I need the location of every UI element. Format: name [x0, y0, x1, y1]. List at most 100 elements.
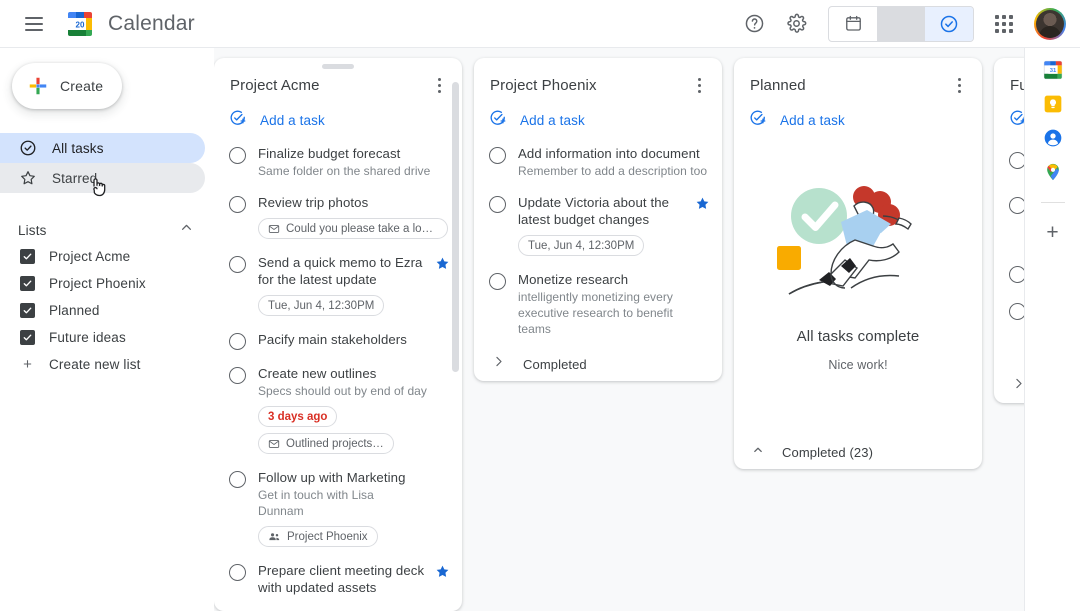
- task-email-chip[interactable]: Outlined projects…: [258, 433, 394, 454]
- task-complete-checkbox[interactable]: [489, 196, 506, 213]
- column-scrollbar[interactable]: [452, 82, 459, 603]
- task-item[interactable]: Finalize budget forecast Same folder on …: [214, 136, 462, 185]
- google-calendar-logo-icon[interactable]: 20: [66, 10, 94, 38]
- kebab-menu-icon[interactable]: [944, 70, 974, 100]
- checkbox-checked-icon[interactable]: [20, 276, 35, 291]
- task-item[interactable]: Add information into document Remember t…: [474, 136, 722, 185]
- sidebar-list-future-ideas[interactable]: Future ideas: [0, 324, 213, 351]
- task-overdue-chip[interactable]: 3 days ago: [258, 406, 338, 427]
- star-filled-icon[interactable]: [435, 564, 450, 579]
- task-complete-checkbox[interactable]: [229, 147, 246, 164]
- task-item[interactable]: Pacify main stakeholders: [214, 322, 462, 356]
- chevron-up-icon: [751, 443, 765, 462]
- task-item[interactable]: [994, 175, 1024, 220]
- column-drag-handle[interactable]: [322, 64, 354, 69]
- kebab-menu-icon[interactable]: [424, 70, 454, 100]
- add-task-circle-icon: [1009, 109, 1024, 132]
- create-button[interactable]: Create: [12, 63, 122, 109]
- sidebar-item-starred[interactable]: Starred: [0, 163, 205, 197]
- task-column-project-acme: Project Acme Add a task Finalize budget …: [214, 58, 462, 611]
- topbar-actions: [734, 4, 1080, 44]
- calendar-view-icon[interactable]: [829, 7, 877, 41]
- completed-section-toggle[interactable]: Completed (23): [734, 435, 982, 469]
- task-item[interactable]: Monetize research intelligently monetizi…: [474, 262, 722, 343]
- add-task-button[interactable]: Add a task: [474, 104, 722, 136]
- column-scroll-area[interactable]: Add a task Finalize budget forecast Same…: [214, 102, 462, 611]
- help-circle-icon[interactable]: [734, 4, 774, 44]
- checkbox-checked-icon[interactable]: [20, 303, 35, 318]
- star-filled-icon[interactable]: [435, 256, 450, 271]
- task-item[interactable]: Prepare client meeting deck with updated…: [214, 553, 462, 602]
- task-complete-checkbox[interactable]: [1009, 197, 1024, 214]
- task-complete-checkbox[interactable]: [1009, 303, 1024, 320]
- sidebar-item-all-tasks[interactable]: All tasks: [0, 133, 205, 163]
- task-description: Get in touch with Lisa Dunnam: [258, 488, 374, 518]
- task-complete-checkbox[interactable]: [229, 564, 246, 581]
- task-item[interactable]: Send a quick memo to Ezra for the latest…: [214, 245, 462, 322]
- task-email-chip[interactable]: Could you please take a look at t…: [258, 218, 448, 239]
- sidebar-list-project-acme[interactable]: Project Acme: [0, 243, 213, 270]
- add-task-button[interactable]: Add a task: [734, 104, 982, 136]
- google-maps-icon[interactable]: [1043, 162, 1063, 182]
- gear-icon[interactable]: [776, 4, 816, 44]
- task-complete-checkbox[interactable]: [229, 333, 246, 350]
- task-complete-checkbox[interactable]: [1009, 152, 1024, 169]
- task-item[interactable]: Build out pitch deck Align with all the …: [214, 602, 462, 611]
- completed-section-toggle[interactable]: [994, 369, 1024, 403]
- chevron-up-icon[interactable]: [178, 219, 195, 241]
- task-complete-checkbox[interactable]: [1009, 266, 1024, 283]
- task-due-chip[interactable]: Tue, Jun 4, 12:30PM: [258, 295, 385, 316]
- add-task-button[interactable]: [994, 104, 1024, 136]
- add-task-button[interactable]: Add a task: [214, 104, 462, 136]
- column-scroll-area[interactable]: [994, 102, 1024, 369]
- task-chips: Project Phoenix: [258, 526, 410, 547]
- add-task-label: Add a task: [520, 112, 585, 128]
- task-item[interactable]: [994, 289, 1024, 326]
- column-scroll-area[interactable]: Add a task All tasks complete Nice work!: [734, 102, 982, 435]
- create-new-list-button[interactable]: + Create new list: [0, 351, 213, 378]
- plus-icon[interactable]: +: [1046, 222, 1058, 243]
- google-keep-icon[interactable]: [1043, 94, 1063, 114]
- lists-section-header[interactable]: Lists: [0, 217, 213, 243]
- sidebar-list-planned[interactable]: Planned: [0, 297, 213, 324]
- checkbox-checked-icon[interactable]: [20, 330, 35, 345]
- add-task-label: Add a task: [780, 112, 845, 128]
- empty-state-subtitle: Nice work!: [828, 358, 888, 372]
- completed-section-toggle[interactable]: Completed: [474, 347, 722, 381]
- google-calendar-icon[interactable]: 31: [1043, 60, 1063, 80]
- task-overdue-chip-text: 3 days ago: [268, 410, 328, 423]
- task-complete-checkbox[interactable]: [229, 196, 246, 213]
- task-item[interactable]: Follow up with Marketing Get in touch wi…: [214, 460, 462, 553]
- task-item[interactable]: [994, 136, 1024, 175]
- task-people-chip[interactable]: Project Phoenix: [258, 526, 378, 547]
- task-complete-checkbox[interactable]: [229, 367, 246, 384]
- add-task-circle-icon: [489, 109, 507, 132]
- task-complete-checkbox[interactable]: [489, 273, 506, 290]
- task-item[interactable]: Create new outlines Specs should out by …: [214, 356, 462, 460]
- task-title: Monetize research: [518, 272, 629, 287]
- task-complete-checkbox[interactable]: [229, 471, 246, 488]
- task-item[interactable]: Review trip photos Could you please take…: [214, 185, 462, 245]
- scrollbar-thumb[interactable]: [452, 82, 459, 372]
- column-scroll-area[interactable]: Add a task Add information into document…: [474, 102, 722, 347]
- checkbox-checked-icon[interactable]: [20, 249, 35, 264]
- chevron-right-icon: [491, 354, 506, 374]
- task-item[interactable]: Update Victoria about the latest budget …: [474, 185, 722, 262]
- task-email-chip-text: Outlined projects…: [286, 437, 384, 450]
- task-title: Prepare client meeting deck with updated…: [258, 563, 425, 595]
- apps-grid-icon[interactable]: [984, 4, 1024, 44]
- view-toggle-group: [828, 5, 974, 42]
- tasks-check-circle-icon[interactable]: [925, 6, 973, 41]
- hamburger-menu-icon[interactable]: [14, 4, 54, 44]
- task-item[interactable]: [994, 220, 1024, 289]
- envelope-icon: [268, 223, 280, 235]
- column-header: Project Phoenix: [474, 58, 722, 102]
- google-contacts-icon[interactable]: [1043, 128, 1063, 148]
- task-complete-checkbox[interactable]: [229, 256, 246, 273]
- star-filled-icon[interactable]: [695, 196, 710, 211]
- sidebar-list-project-phoenix[interactable]: Project Phoenix: [0, 270, 213, 297]
- task-complete-checkbox[interactable]: [489, 147, 506, 164]
- kebab-menu-icon[interactable]: [684, 70, 714, 100]
- task-due-chip[interactable]: Tue, Jun 4, 12:30PM: [518, 235, 645, 256]
- avatar[interactable]: [1034, 7, 1066, 40]
